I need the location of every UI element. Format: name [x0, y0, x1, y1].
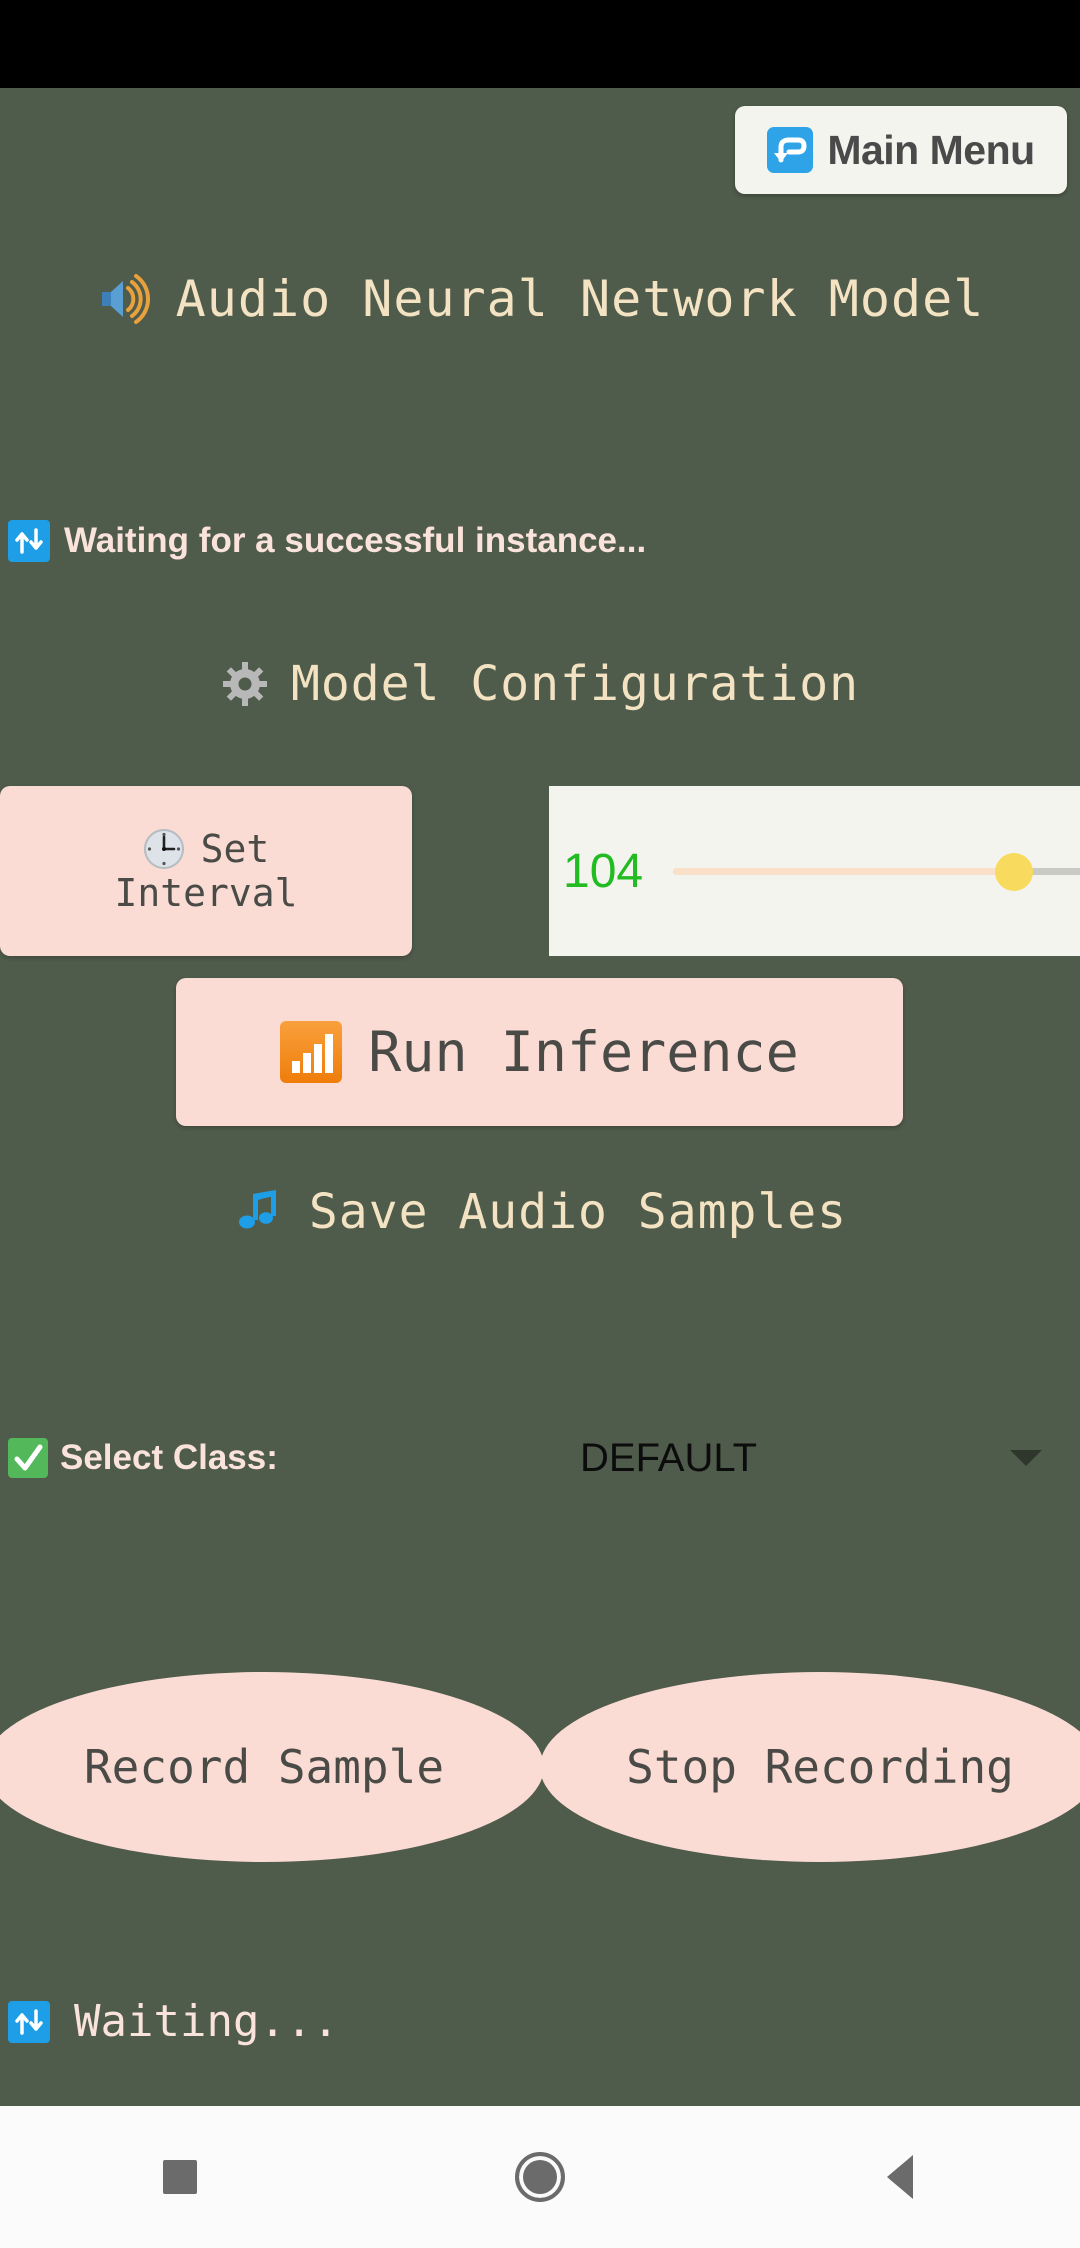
select-class-label-group: Select Class:: [8, 1428, 278, 1488]
record-sample-label: Record Sample: [83, 1740, 445, 1794]
clock-icon: [143, 828, 185, 870]
check-mark-icon: [8, 1438, 48, 1478]
recording-status-text: Waiting...: [74, 1996, 339, 2047]
stop-recording-button[interactable]: Stop Recording: [540, 1672, 1080, 1862]
instance-status: Waiting for a successful instance...: [8, 520, 646, 562]
interval-slider[interactable]: [673, 841, 1080, 901]
app-title-text: Audio Neural Network Model: [175, 270, 985, 328]
system-status-bar: [0, 0, 1080, 88]
instance-status-text: Waiting for a successful instance...: [64, 521, 647, 560]
class-dropdown-value: DEFAULT: [580, 1435, 758, 1480]
main-menu-label: Main Menu: [827, 126, 1035, 173]
loud-speaker-icon: [96, 270, 154, 328]
slider-thumb[interactable]: [995, 853, 1034, 891]
set-interval-label-1: Set: [200, 827, 270, 871]
bar-chart-icon: [280, 1021, 343, 1083]
nav-home-button[interactable]: [470, 2106, 610, 2248]
nav-back-button[interactable]: [830, 2106, 970, 2248]
chevron-down-icon: [1010, 1450, 1042, 1466]
slider-value-text: 104: [563, 844, 644, 898]
run-inference-label: Run Inference: [368, 1020, 799, 1084]
main-menu-button[interactable]: Main Menu: [735, 106, 1067, 194]
class-dropdown[interactable]: DEFAULT: [580, 1428, 1050, 1488]
model-configuration-heading: Model Configuration: [0, 656, 1080, 712]
set-interval-line1: Set: [143, 827, 270, 871]
set-interval-label-2: Interval: [114, 871, 298, 915]
model-configuration-text: Model Configuration: [290, 656, 860, 712]
up-down-arrow-icon: [8, 2000, 50, 2043]
recording-status: Waiting...: [8, 1996, 339, 2047]
gear-icon: [221, 660, 269, 708]
stop-recording-label: Stop Recording: [626, 1740, 1014, 1794]
select-class-row: Select Class: DEFAULT: [0, 1428, 1080, 1488]
run-inference-button[interactable]: Run Inference: [176, 978, 903, 1126]
slider-track-fill: [673, 868, 1015, 875]
android-navigation-bar: [0, 2106, 1080, 2248]
record-sample-button[interactable]: Record Sample: [0, 1672, 544, 1862]
up-down-arrow-icon: [8, 520, 50, 562]
page-title: Audio Neural Network Model: [0, 270, 1080, 328]
interval-slider-panel[interactable]: 104: [549, 786, 1080, 956]
home-circle-icon: [515, 2152, 565, 2202]
phone-screen: Main Menu Audio Neural Network Model Wai…: [0, 0, 1080, 2248]
save-audio-samples-heading: Save Audio Samples: [0, 1184, 1080, 1240]
app-content-area: Main Menu Audio Neural Network Model Wai…: [0, 88, 1080, 2106]
set-interval-button[interactable]: Set Interval: [0, 786, 412, 956]
select-class-label: Select Class:: [60, 1438, 278, 1477]
musical-notes-icon: [233, 1186, 285, 1238]
save-audio-samples-text: Save Audio Samples: [308, 1184, 848, 1240]
recents-square-icon: [163, 2160, 197, 2194]
nav-recents-button[interactable]: [110, 2106, 250, 2248]
return-arrow-icon: [767, 127, 814, 173]
back-triangle-icon: [887, 2155, 913, 2199]
